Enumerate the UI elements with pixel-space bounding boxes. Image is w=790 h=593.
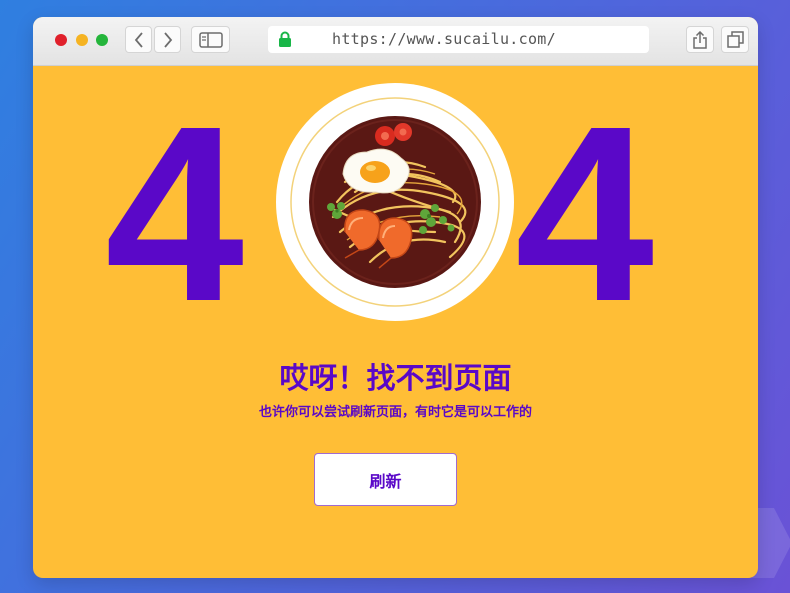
- browser-toolbar: https://www.sucailu.com/: [33, 17, 758, 66]
- address-bar[interactable]: https://www.sucailu.com/: [268, 26, 649, 53]
- chevron-left-icon: [134, 31, 143, 48]
- minimize-window-button[interactable]: [76, 34, 88, 46]
- error-digit-right: 4: [515, 74, 655, 353]
- tabs-icon: [726, 31, 744, 48]
- error-digit-left: 4: [105, 74, 245, 353]
- sidebar-icon: [198, 31, 223, 48]
- url-text: https://www.sucailu.com/: [332, 30, 556, 48]
- back-button[interactable]: [125, 26, 152, 53]
- error-title: 哎呀！找不到页面: [279, 361, 512, 395]
- close-window-button[interactable]: [55, 34, 67, 46]
- lock-icon: [279, 31, 291, 47]
- share-icon: [693, 30, 707, 49]
- chevron-right-icon: [163, 31, 172, 48]
- sidebar-toggle-button[interactable]: [191, 26, 230, 53]
- food-plate-illustration: [276, 83, 514, 321]
- share-button[interactable]: [686, 26, 714, 53]
- refresh-button[interactable]: 刷新: [314, 453, 457, 506]
- error-subtitle: 也许你可以尝试刷新页面，有时它是可以工作的: [258, 405, 532, 420]
- browser-window: https://www.sucailu.com/ 4 4 哎呀！找不到页面 也许…: [33, 17, 758, 578]
- forward-button[interactable]: [154, 26, 181, 53]
- maximize-window-button[interactable]: [96, 34, 108, 46]
- tabs-button[interactable]: [721, 26, 749, 53]
